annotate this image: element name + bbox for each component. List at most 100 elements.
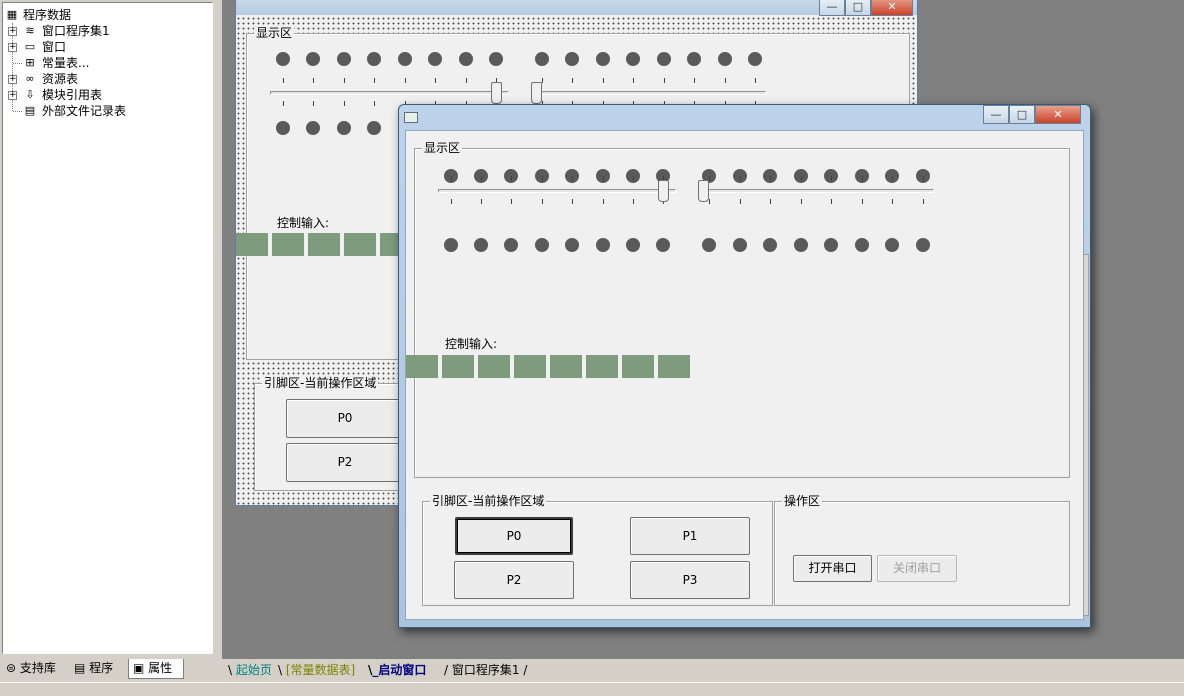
right-slider-thumb[interactable] [531,82,542,104]
slider-tick [481,176,482,181]
slider-tick [313,78,314,83]
minimize-button[interactable]: — [983,105,1009,124]
led-indicator [367,52,381,66]
tab-library[interactable]: ⊜ 支持库 [2,659,68,679]
expand-icon[interactable]: + [8,43,17,52]
slider-tick [664,78,665,83]
left-slider-thumb[interactable] [491,82,502,104]
slider-tick [313,101,314,106]
tree-item-modules[interactable]: 模块引用表 [42,87,102,103]
slider-tick [801,176,802,181]
slider-tick [374,101,375,106]
vertical-scrollbar[interactable] [1083,130,1091,620]
led-indicator [855,238,869,252]
input-bit-box[interactable] [586,355,618,378]
tree-item-constants[interactable]: 常量表... [42,55,89,71]
tree-item-external-files[interactable]: 外部文件记录表 [42,103,126,119]
pin-p2-button[interactable]: P2 [454,561,574,599]
tab-window-assembly[interactable]: / 窗口程序集1 / [444,662,527,680]
tab-program[interactable]: ▤ 程序 [70,659,126,679]
led-indicator [489,52,503,66]
input-bit-box[interactable] [658,355,690,378]
slider-tick [770,199,771,204]
pin-p0-button[interactable]: P0 [455,517,573,555]
led-indicator [657,52,671,66]
led-indicator [885,238,899,252]
pin-p3-button[interactable]: P3 [630,561,750,599]
run-window[interactable]: — □ ✕ 显示区 控制输入: 引脚区-当前操作区域 P0 P1 P2 P3 操… [398,104,1091,628]
expand-icon[interactable]: + [8,75,17,84]
slider-tick [603,199,604,204]
led-indicator [306,52,320,66]
pin-legend: 引脚区-当前操作区域 [430,494,547,508]
led-indicator [596,52,610,66]
led-indicator [459,52,473,66]
expand-icon[interactable]: + [8,27,17,36]
design-pin-p0-button[interactable]: P0 [286,399,404,438]
slider-tick [344,78,345,83]
pin-p1-button[interactable]: P1 [630,517,750,555]
input-bit-box[interactable] [478,355,510,378]
led-indicator [718,52,732,66]
window-icon: ▭ [24,40,36,53]
led-indicator [763,238,777,252]
program-data-icon: ▦ [6,8,18,21]
close-button[interactable]: ✕ [1035,105,1081,124]
slider-tick [709,199,710,204]
design-maximize-button[interactable]: □ [845,0,871,16]
design-close-button[interactable]: ✕ [871,0,913,16]
tree-connector [13,111,22,112]
design-pin-legend: 引脚区-当前操作区域 [262,376,379,390]
slider-tick [451,176,452,181]
tab-properties[interactable]: ▣ 属性 [128,659,184,679]
tree-item-window[interactable]: 窗口 [42,39,66,55]
led-indicator [428,52,442,66]
input-bit-box[interactable] [622,355,654,378]
led-indicator [535,238,549,252]
slider-tick [770,176,771,181]
app-window-icon [404,112,418,123]
slider-track [700,189,934,193]
slider-tick [481,199,482,204]
tab-startup-window[interactable]: \_启动窗口 [368,662,426,680]
led-indicator [748,52,762,66]
slider-tick [542,199,543,204]
input-bit-box[interactable] [514,355,546,378]
input-bit-box[interactable] [308,233,340,256]
maximize-button[interactable]: □ [1009,105,1035,124]
slider-tick [466,78,467,83]
display-group: 显示区 [414,141,1070,478]
input-bit-box[interactable] [550,355,582,378]
tree-item-assembly[interactable]: 窗口程序集1 [42,23,110,39]
tree-item-resources[interactable]: 资源表 [42,71,78,87]
operation-legend: 操作区 [782,494,823,508]
close-port-button[interactable]: 关闭串口 [877,555,957,582]
input-bit-box[interactable] [442,355,474,378]
open-port-button[interactable]: 打开串口 [793,555,872,582]
input-bit-box[interactable] [272,233,304,256]
slider-tick [405,78,406,83]
right-slider-thumb[interactable] [698,180,709,202]
led-indicator [398,52,412,66]
tree-root-label[interactable]: 程序数据 [23,7,71,23]
module-icon: ⇩ [25,88,35,101]
slider-tick [283,101,284,106]
design-pin-p2-button[interactable]: P2 [286,443,404,482]
led-indicator [474,238,488,252]
input-bit-box[interactable] [344,233,376,256]
property-icon: ▣ [133,661,145,675]
tab-constant-table[interactable]: \ [常量数据表] [278,662,355,680]
led-indicator [367,121,381,135]
slider-tick [572,199,573,204]
led-indicator [916,238,930,252]
tab-start-page[interactable]: \ 起始页 [228,662,272,680]
input-bit-box[interactable] [406,355,438,378]
slider-tick [511,199,512,204]
led-indicator [337,52,351,66]
input-bit-box[interactable] [236,233,268,256]
left-slider-thumb[interactable] [658,180,669,202]
design-minimize-button[interactable]: — [819,0,845,16]
expand-icon[interactable]: + [8,91,17,100]
scrollbar-thumb[interactable] [1083,254,1089,616]
slider-tick [892,176,893,181]
